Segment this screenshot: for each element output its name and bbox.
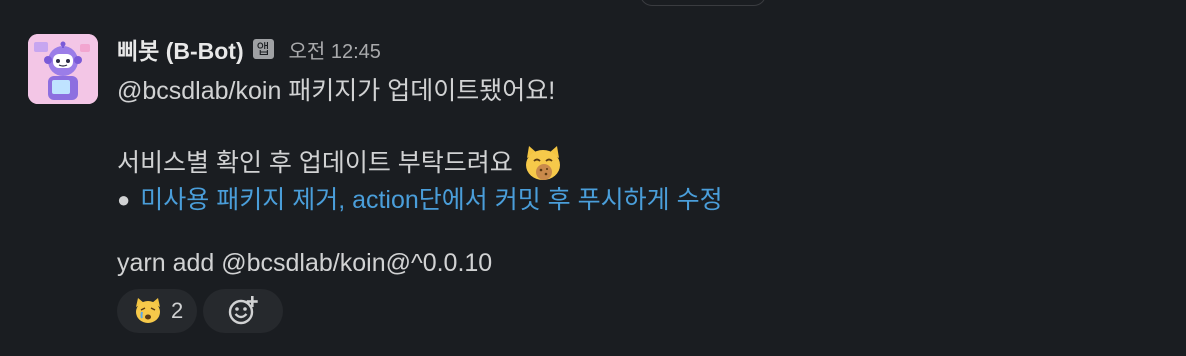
app-badge: 앱 [252,39,274,59]
reaction-crying-cat[interactable]: 2 [117,289,198,333]
crying-cat-emoji [136,298,160,323]
message-timestamp[interactable]: 오전 12:45 [289,35,381,64]
message-line-2: 서비스별 확인 후 업데이트 부탁드려요 [117,149,513,177]
commit-link[interactable]: 미사용 패키지 제거, action단에서 커밋 후 푸시하게 수정 [140,182,722,218]
robot-avatar-icon [28,34,98,104]
reactions-bar: 2 [117,289,1166,333]
message-line-2-row: 서비스별 확인 후 업데이트 부탁드려요 [117,144,1166,182]
bullet-item: ● 미사용 패키지 제거, action단에서 커밋 후 푸시하게 수정 [117,182,1166,218]
avatar[interactable] [28,34,98,104]
cat-eating-cookie-emoji [521,144,565,182]
message-line-1: @bcsdlab/koin 패키지가 업데이트됐어요! [117,77,556,105]
install-command: yarn add @bcsdlab/koin@^0.0.10 [117,249,493,277]
bullet-dot: ● [117,187,131,212]
reaction-count: 2 [171,298,184,323]
add-reaction-button[interactable] [203,289,284,333]
add-emoji-icon [229,296,258,325]
sender-name[interactable]: 삐봇 (B-Bot) [117,32,244,66]
chat-message: 삐봇 (B-Bot) 앱 오전 12:45 @bcsdlab/koin 패키지가… [0,0,1186,356]
